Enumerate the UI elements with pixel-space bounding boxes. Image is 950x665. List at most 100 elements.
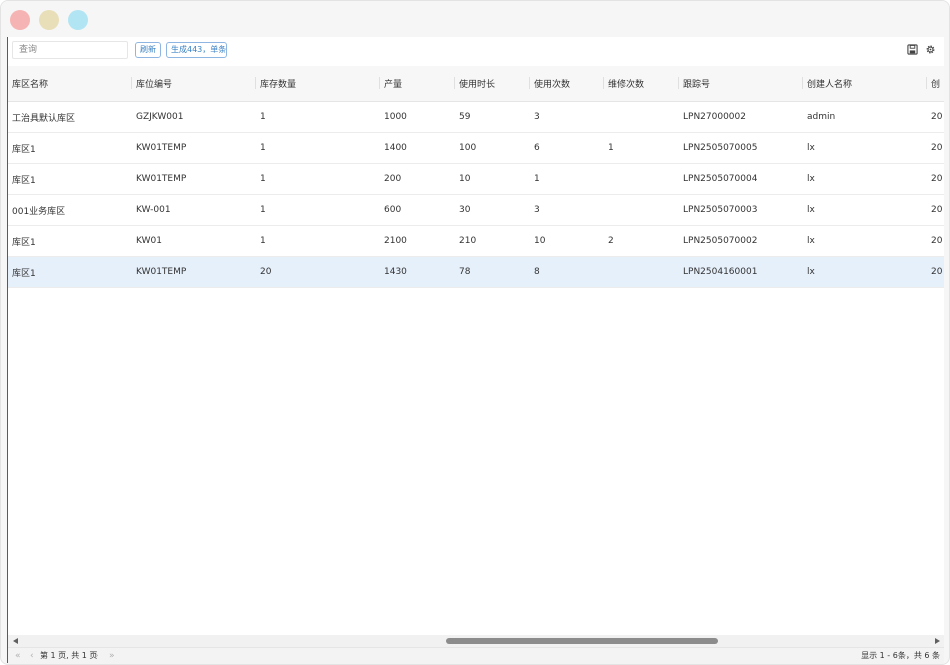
- table-cell: 1: [260, 205, 266, 215]
- table-row[interactable]: 库区1 KW01 1 2100 210 10 2 LPN2505070002 l…: [8, 226, 944, 257]
- table-cell: KW-001: [136, 205, 171, 215]
- table-cell: LPN2505070003: [683, 205, 758, 215]
- last-page-icon[interactable]: »: [109, 650, 115, 662]
- scroll-left-icon[interactable]: [13, 638, 18, 644]
- column-header-label: 库位编号: [136, 80, 173, 90]
- column-header-label: 使用时长: [459, 80, 496, 90]
- column-header-usage-duration[interactable]: 使用时长: [455, 66, 530, 101]
- table-row[interactable]: 001业务库区 KW-001 1 600 30 3 LPN2505070003 …: [8, 195, 944, 226]
- table-cell: 1: [534, 174, 540, 184]
- table-cell: 2100: [384, 236, 407, 246]
- column-header-area-name[interactable]: 库区名称: [8, 66, 132, 101]
- title-bar: [1, 1, 949, 37]
- table-row[interactable]: 库区1 KW01TEMP 1 200 10 1 LPN2505070004 lx…: [8, 164, 944, 195]
- table-cell: 1: [260, 236, 266, 246]
- table-cell: 20: [260, 267, 272, 277]
- table-cell: KW01TEMP: [136, 143, 187, 153]
- scrollbar-thumb[interactable]: [446, 638, 718, 644]
- table-cell: 30: [459, 205, 471, 215]
- record-summary: 显示 1 - 6条，共 6 条: [861, 651, 940, 660]
- table-cell: 3: [534, 205, 540, 215]
- table-cell: 1: [260, 174, 266, 184]
- generate-button[interactable]: 生成443，单条: [166, 42, 227, 58]
- horizontal-scrollbar[interactable]: [8, 635, 944, 647]
- table-cell: 库区1: [12, 268, 36, 279]
- table-row-selected[interactable]: 库区1 KW01TEMP 20 1430 78 8 LPN2504160001 …: [8, 257, 944, 288]
- page-info: 第 1 页, 共 1 页: [40, 651, 98, 660]
- column-header-label: 产量: [384, 80, 403, 90]
- table-cell: KW01TEMP: [136, 174, 187, 184]
- table-header: 库区名称 库位编号 库存数量 产量 使用时长 使用次数 维修次数 跟踪号 创建人…: [8, 66, 944, 102]
- column-header-label: 使用次数: [534, 80, 571, 90]
- column-header-repair-count[interactable]: 维修次数: [604, 66, 679, 101]
- table-cell: GZJKW001: [136, 112, 184, 122]
- column-header-stock-qty[interactable]: 库存数量: [256, 66, 380, 101]
- table-cell: 1000: [384, 112, 407, 122]
- search-input[interactable]: [12, 41, 128, 59]
- table-cell: [604, 195, 679, 225]
- prev-page-icon[interactable]: ‹: [30, 650, 34, 662]
- table-cell: [604, 102, 679, 132]
- scroll-right-icon[interactable]: [935, 638, 940, 644]
- table-cell: lx: [807, 174, 815, 184]
- gear-icon[interactable]: [925, 44, 936, 55]
- table-cell: 1400: [384, 143, 407, 153]
- table-cell: 库区1: [12, 237, 36, 248]
- close-window-button[interactable]: [10, 10, 30, 30]
- table-cell: lx: [807, 143, 815, 153]
- column-header-label: 库区名称: [12, 80, 49, 90]
- column-header-label: 维修次数: [608, 80, 645, 90]
- table-cell: 20: [931, 267, 943, 277]
- first-page-icon[interactable]: «: [15, 650, 21, 662]
- column-header-location-code[interactable]: 库位编号: [132, 66, 256, 101]
- table-body: 工治具默认库区 GZJKW001 1 1000 59 3 LPN27000002…: [8, 102, 944, 288]
- column-header-tracking-no[interactable]: 跟踪号: [679, 66, 803, 101]
- table-cell: KW01TEMP: [136, 267, 187, 277]
- column-header-output[interactable]: 产量: [380, 66, 455, 101]
- table-cell: lx: [807, 205, 815, 215]
- table-cell: 工治具默认库区: [12, 113, 76, 124]
- table-cell: LPN2504160001: [683, 267, 758, 277]
- refresh-button[interactable]: 刷新: [135, 42, 161, 58]
- minimize-window-button[interactable]: [39, 10, 59, 30]
- table-cell: 20: [931, 112, 943, 122]
- table-cell: 10: [459, 174, 471, 184]
- table-cell: [604, 164, 679, 194]
- table-cell: LPN2505070002: [683, 236, 758, 246]
- table-cell: 1: [260, 112, 266, 122]
- table-cell: admin: [807, 112, 836, 122]
- column-header-creator-name[interactable]: 创建人名称: [803, 66, 927, 101]
- table-cell: 210: [459, 236, 477, 246]
- table-cell: 20: [931, 236, 943, 246]
- data-grid: 库区名称 库位编号 库存数量 产量 使用时长 使用次数 维修次数 跟踪号 创建人…: [8, 66, 944, 635]
- table-cell: 600: [384, 205, 402, 215]
- table-cell: KW01: [136, 236, 162, 246]
- table-cell: 8: [534, 267, 540, 277]
- table-cell: LPN2505070005: [683, 143, 758, 153]
- table-cell: 1: [608, 143, 614, 153]
- table-cell: [604, 257, 679, 287]
- table-cell: lx: [807, 267, 815, 277]
- toolbar: 刷新 生成443，单条: [8, 37, 944, 65]
- main-content: 刷新 生成443，单条 库区名称 库位编号: [7, 37, 944, 664]
- table-cell: 20: [931, 174, 943, 184]
- table-cell: 78: [459, 267, 471, 277]
- table-cell: LPN2505070004: [683, 174, 758, 184]
- column-header-created-time[interactable]: 创: [927, 66, 944, 101]
- table-cell: 1430: [384, 267, 407, 277]
- table-row[interactable]: 库区1 KW01TEMP 1 1400 100 6 1 LPN250507000…: [8, 133, 944, 164]
- maximize-window-button[interactable]: [68, 10, 88, 30]
- next-page-icon[interactable]: ›: [95, 650, 99, 662]
- column-header-usage-count[interactable]: 使用次数: [530, 66, 604, 101]
- save-icon[interactable]: [907, 44, 918, 55]
- table-cell: 20: [931, 143, 943, 153]
- table-cell: 2: [608, 236, 614, 246]
- table-cell: 100: [459, 143, 477, 153]
- table-cell: 001业务库区: [12, 206, 66, 217]
- column-header-label: 库存数量: [260, 80, 297, 90]
- pagination-bar: « ‹ 第 1 页, 共 1 页 › » 显示 1 - 6条，共 6 条: [8, 647, 944, 664]
- table-row[interactable]: 工治具默认库区 GZJKW001 1 1000 59 3 LPN27000002…: [8, 102, 944, 133]
- column-header-label: 跟踪号: [683, 80, 711, 90]
- column-header-label: 创: [931, 80, 941, 90]
- table-cell: 3: [534, 112, 540, 122]
